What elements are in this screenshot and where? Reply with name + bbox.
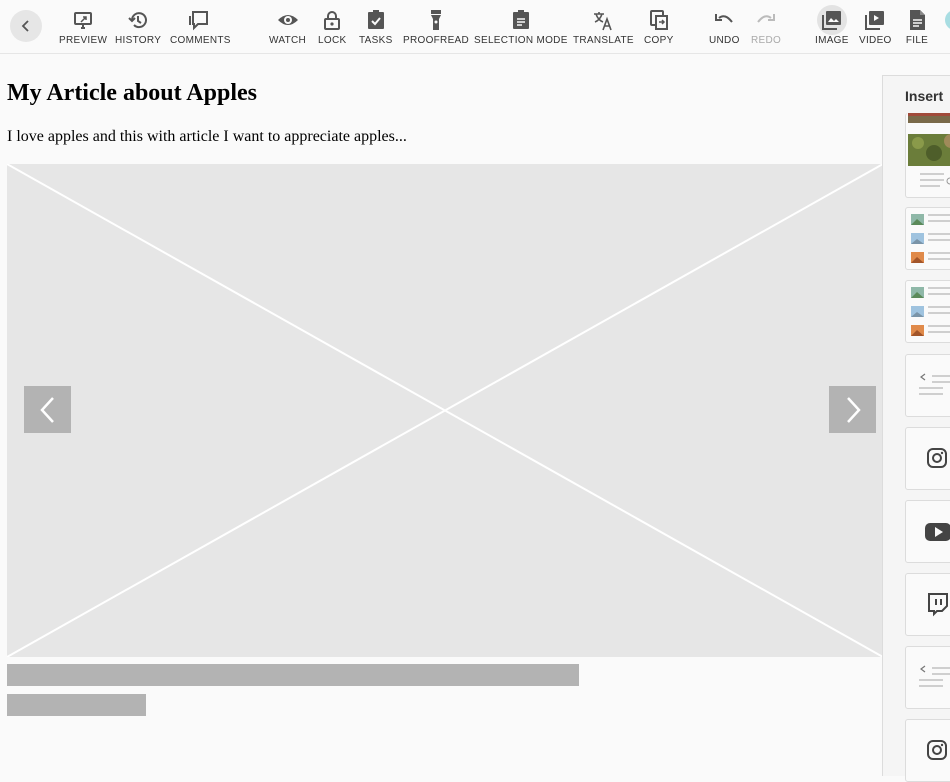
video-icon: [863, 8, 887, 32]
tasks-label: TASKS: [359, 35, 393, 46]
file-icon: [905, 8, 929, 32]
insert-article-list-card[interactable]: [905, 354, 950, 417]
file-label: FILE: [906, 35, 928, 46]
video-label: VIDEO: [859, 35, 892, 46]
insert-image-list-card[interactable]: [905, 207, 950, 270]
comments-icon: [188, 8, 212, 32]
copy-icon: [647, 8, 671, 32]
tasks-button[interactable]: TASKS: [359, 8, 393, 46]
undo-button[interactable]: UNDO: [709, 8, 740, 46]
copy-label: COPY: [644, 35, 674, 46]
article-list-icon: [906, 355, 950, 416]
file-button[interactable]: FILE: [905, 8, 929, 46]
chevron-left-icon: [18, 18, 34, 34]
twitch-icon: [906, 574, 950, 635]
insert-panel-title: Insert: [905, 88, 943, 104]
youtube-icon: [906, 501, 950, 562]
translate-icon: [591, 8, 615, 32]
translate-button[interactable]: TRANSLATE: [573, 8, 634, 46]
undo-label: UNDO: [709, 35, 740, 46]
translate-label: TRANSLATE: [573, 35, 634, 46]
image-list-icon: [906, 208, 950, 269]
cut-off-toolbar-button[interactable]: IN: [943, 8, 950, 46]
history-button[interactable]: HISTORY: [115, 8, 161, 46]
image-button[interactable]: IMAGE: [815, 8, 849, 46]
thumbnail-image: [906, 113, 950, 197]
preview-label: PREVIEW: [59, 35, 107, 46]
image-icon: [817, 5, 847, 35]
instagram-icon: [906, 428, 950, 489]
back-button[interactable]: [10, 10, 42, 42]
redo-button[interactable]: REDO: [751, 8, 781, 46]
chevron-right-icon: [842, 395, 864, 425]
redo-icon: [754, 8, 778, 32]
history-icon: [126, 8, 150, 32]
insert-image-list-card[interactable]: [905, 280, 950, 343]
eye-icon: [276, 8, 300, 32]
editor-toolbar: PREVIEW HISTORY COMMENTS WATCH LOCK TASK…: [0, 0, 950, 54]
watch-label: WATCH: [269, 35, 306, 46]
credit-placeholder: [7, 694, 146, 716]
insert-twitch-card[interactable]: [905, 573, 950, 636]
comments-button[interactable]: COMMENTS: [170, 8, 231, 46]
proofread-button[interactable]: PROOFREAD: [403, 8, 469, 46]
lock-icon: [320, 8, 344, 32]
carousel-next-button[interactable]: [829, 386, 876, 433]
selection-mode-label: SELECTION MODE: [474, 35, 568, 46]
insert-instagram-card[interactable]: [905, 719, 950, 782]
insert-instagram-card[interactable]: [905, 427, 950, 490]
watch-button[interactable]: WATCH: [269, 8, 306, 46]
cut-off-icon: [943, 8, 950, 32]
caption-placeholder: [7, 664, 579, 686]
comments-label: COMMENTS: [170, 35, 231, 46]
image-carousel[interactable]: [7, 164, 883, 657]
clipboard-icon: [509, 8, 533, 32]
video-button[interactable]: VIDEO: [859, 8, 892, 46]
insert-youtube-card[interactable]: [905, 500, 950, 563]
insert-image-teaser-card[interactable]: [905, 113, 950, 198]
image-placeholder: [7, 164, 883, 657]
chevron-left-icon: [37, 395, 59, 425]
image-list-icon: [906, 281, 950, 342]
article-body[interactable]: I love apples and this with article I wa…: [7, 128, 407, 146]
instagram-icon: [906, 720, 950, 781]
insert-article-list-card[interactable]: [905, 646, 950, 709]
lock-button[interactable]: LOCK: [318, 8, 346, 46]
preview-button[interactable]: PREVIEW: [59, 8, 107, 46]
lock-label: LOCK: [318, 35, 346, 46]
redo-label: REDO: [751, 35, 781, 46]
article-title[interactable]: My Article about Apples: [7, 80, 257, 107]
preview-icon: [71, 8, 95, 32]
insert-panel: Insert: [882, 75, 950, 776]
selection-mode-button[interactable]: SELECTION MODE: [474, 8, 568, 46]
article-list-icon: [906, 647, 950, 708]
undo-icon: [712, 8, 736, 32]
history-label: HISTORY: [115, 35, 161, 46]
copy-button[interactable]: COPY: [644, 8, 674, 46]
proofread-label: PROOFREAD: [403, 35, 469, 46]
image-label: IMAGE: [815, 35, 849, 46]
flashlight-icon: [424, 8, 448, 32]
tasks-icon: [364, 8, 388, 32]
carousel-prev-button[interactable]: [24, 386, 71, 433]
